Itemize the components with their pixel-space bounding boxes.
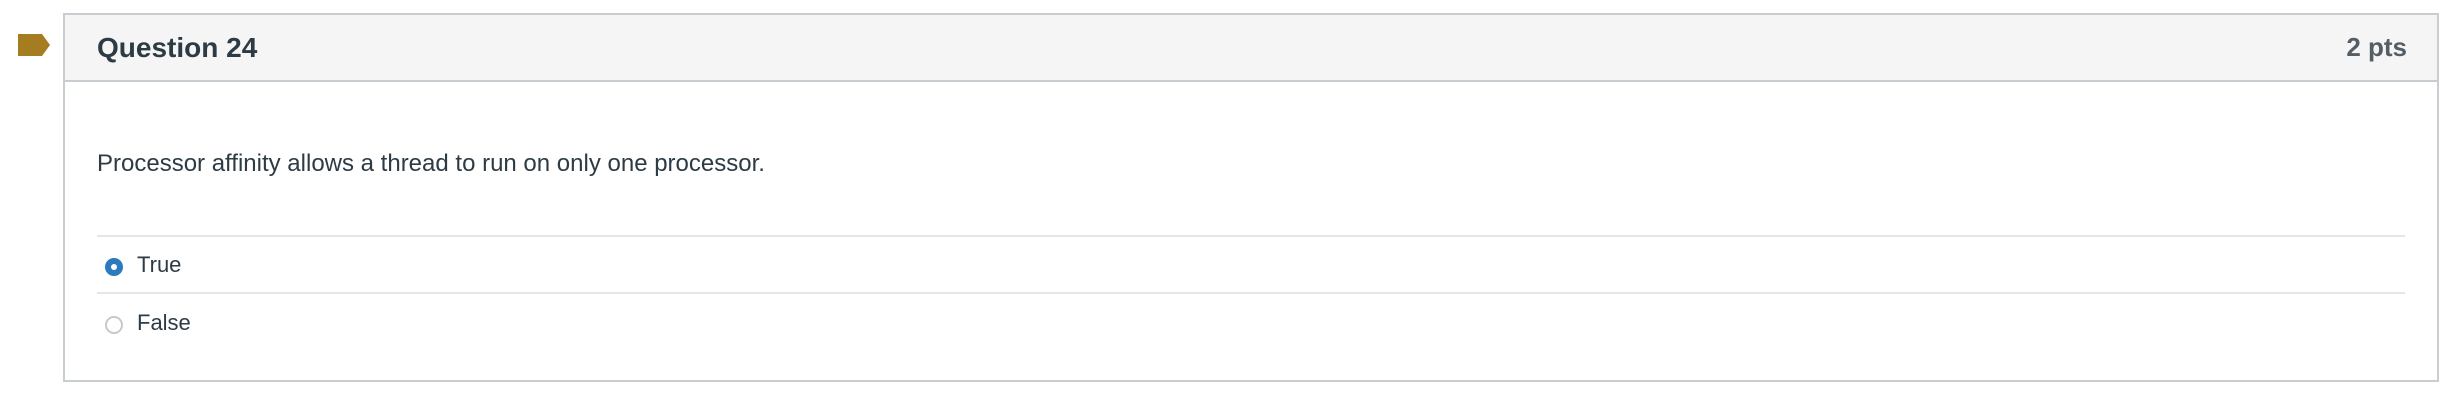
bookmark-flag-icon[interactable] — [18, 34, 50, 56]
question-body: Processor affinity allows a thread to ru… — [65, 149, 2437, 351]
answer-list: True False — [97, 235, 2405, 351]
question-header: Question 24 2 pts — [65, 15, 2437, 82]
question-text: Processor affinity allows a thread to ru… — [97, 150, 765, 177]
answer-label: True — [137, 251, 182, 277]
radio-button-unselected[interactable] — [105, 315, 123, 334]
answer-option-false[interactable]: False — [97, 294, 2405, 351]
radio-button-selected[interactable] — [105, 257, 123, 276]
question-points: 2 pts — [2346, 32, 2407, 62]
answer-label: False — [137, 309, 191, 335]
question-title: Question 24 — [97, 31, 258, 63]
question-card: Question 24 2 pts Processor affinity all… — [63, 13, 2439, 382]
answer-option-true[interactable]: True — [97, 237, 2405, 294]
